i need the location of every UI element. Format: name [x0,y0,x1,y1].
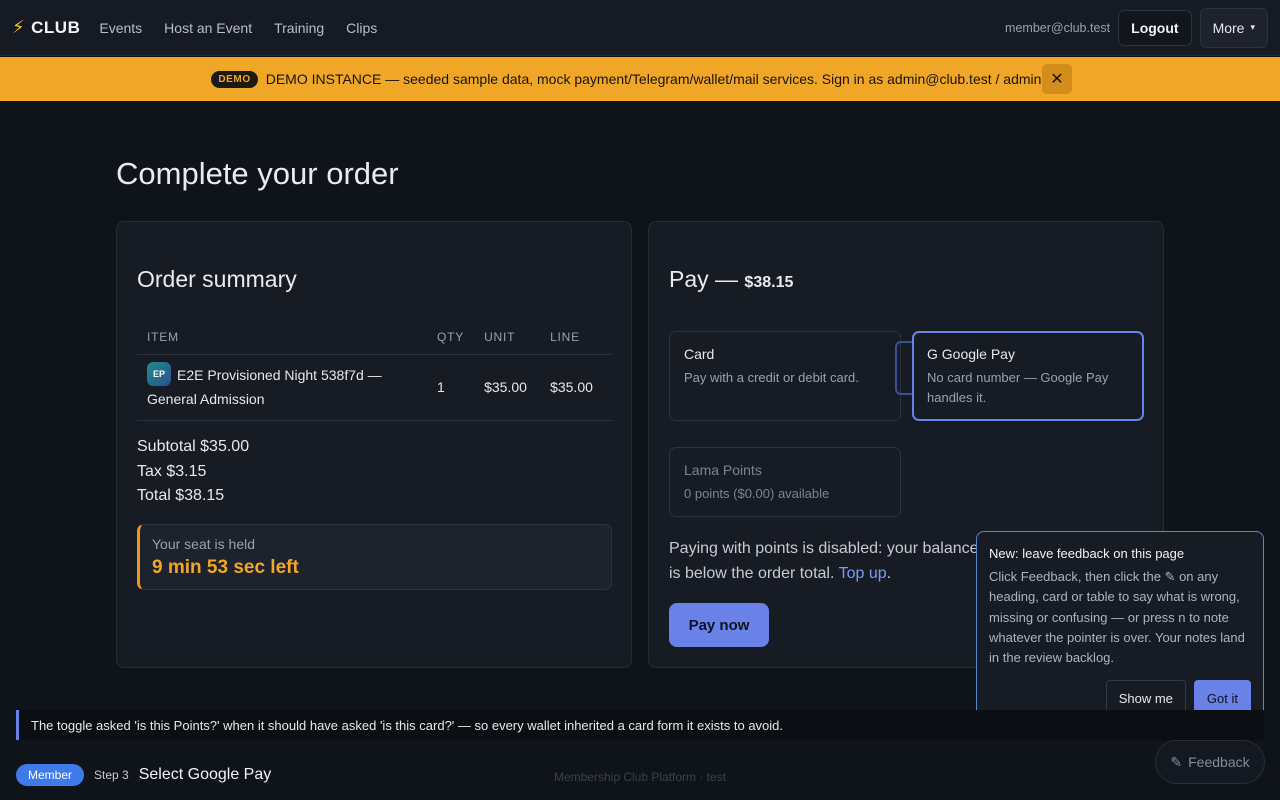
close-icon[interactable]: ✕ [1042,64,1072,94]
role-badge: Member [16,764,85,786]
pencil-icon: ✎ [1170,753,1183,770]
nav-link-host-event[interactable]: Host an Event [153,20,263,36]
total: Total $38.15 [137,487,225,504]
popover-title: New: leave feedback on this page [989,546,1185,561]
user-email: member@club.test [1005,20,1111,35]
brand-logo[interactable]: ⚡ CLUB [12,17,80,38]
demo-banner: DEMO DEMO INSTANCE — seeded sample data,… [0,57,1280,101]
item-cell: EP E2E Provisioned Night 538f7d — General… [137,354,427,422]
caption-strip: The toggle asked 'is this Points?' when … [16,710,1264,740]
brand-name: CLUB [31,17,81,37]
nav-right: member@club.test Logout More ▾ [1005,7,1268,48]
nav-link-training[interactable]: Training [263,20,335,36]
qty-cell: 1 [427,354,475,422]
seat-hold-notice: Your seat is held 9 min 53 sec left [137,524,612,590]
popover-body: Click Feedback, then click the ✎ on any … [989,569,1245,666]
bolt-icon: ⚡ [12,17,26,37]
points-note-text: Paying with points is disabled: your bal… [669,540,979,582]
payment-method-desc: 0 points ($0.00) available [684,486,830,501]
event-logo: EP [147,362,171,387]
step-title: Select Google Pay [138,766,272,783]
logout-button[interactable]: Logout [1118,9,1192,46]
payment-method-desc: No card number — Google Pay handles it. [927,370,1109,405]
order-summary-heading: Order summary [137,266,297,292]
more-label: More [1212,19,1245,36]
pay-heading: Pay — $38.15 [669,266,793,293]
payment-method-title: Lama Points [684,462,762,478]
top-nav: ⚡ CLUB Events Host an Event Training Cli… [0,0,1280,56]
payment-method-desc: Pay with a credit or debit card. [684,370,859,385]
item-name: E2E Provisioned Night 538f7d — General A… [147,367,382,408]
page-title: Complete your order [116,156,399,191]
chevron-down-icon: ▾ [1250,22,1255,32]
pay-amount: $38.15 [744,274,794,291]
unit-cell: $35.00 [474,354,541,422]
order-totals: Subtotal $35.00 Tax $3.15 Total $38.15 [137,435,249,509]
nav-links: Events Host an Event Training Clips [88,20,388,36]
nav-link-clips[interactable]: Clips [335,20,388,36]
column-header-item: ITEM [137,320,427,355]
column-header-unit: UNIT [474,320,541,355]
pay-heading-label: Pay — [669,266,739,292]
topup-link[interactable]: Top up [839,565,887,582]
feedback-label: Feedback [1188,754,1250,770]
column-header-line: LINE [540,320,612,355]
seat-hold-timer: 9 min 53 sec left [152,557,299,578]
order-summary-card: Order summary ITEM QTY UNIT LINE EP E2E P… [116,221,632,668]
feedback-button[interactable]: ✎ Feedback [1155,740,1265,784]
step-bar: Member Step 3 Select Google Pay [16,764,271,786]
tax: Tax $3.15 [137,462,207,480]
seat-hold-label: Your seat is held [152,536,255,552]
column-header-qty: QTY [427,320,475,355]
demo-banner-text: DEMO INSTANCE — seeded sample data, mock… [265,71,1069,87]
table-row: EP E2E Provisioned Night 538f7d — General… [137,354,612,422]
step-number: Step 3 [94,768,129,782]
nav-link-events[interactable]: Events [88,20,153,36]
pay-now-button[interactable]: Pay now [669,603,769,647]
demo-badge: DEMO [211,70,258,88]
payment-method-title: G Google Pay [927,346,1015,362]
payment-method-card[interactable]: Card Pay with a credit or debit card. [669,331,901,421]
payment-method-points: Lama Points 0 points ($0.00) available [669,447,901,517]
payment-method-title: Card [684,346,715,362]
more-menu-button[interactable]: More ▾ [1199,7,1268,48]
table-header-row: ITEM QTY UNIT LINE [137,320,612,355]
order-table: ITEM QTY UNIT LINE EP E2E Provisioned Nig… [137,320,612,422]
payment-method-google-pay[interactable]: G Google Pay No card number — Google Pay… [912,331,1144,421]
line-cell: $35.00 [540,354,612,422]
subtotal: Subtotal $35.00 [137,438,250,455]
caption-text: The toggle asked 'is this Points?' when … [31,717,784,733]
feedback-popover: New: leave feedback on this page Click F… [976,531,1264,739]
points-disabled-note: Paying with points is disabled: your bal… [669,540,979,582]
